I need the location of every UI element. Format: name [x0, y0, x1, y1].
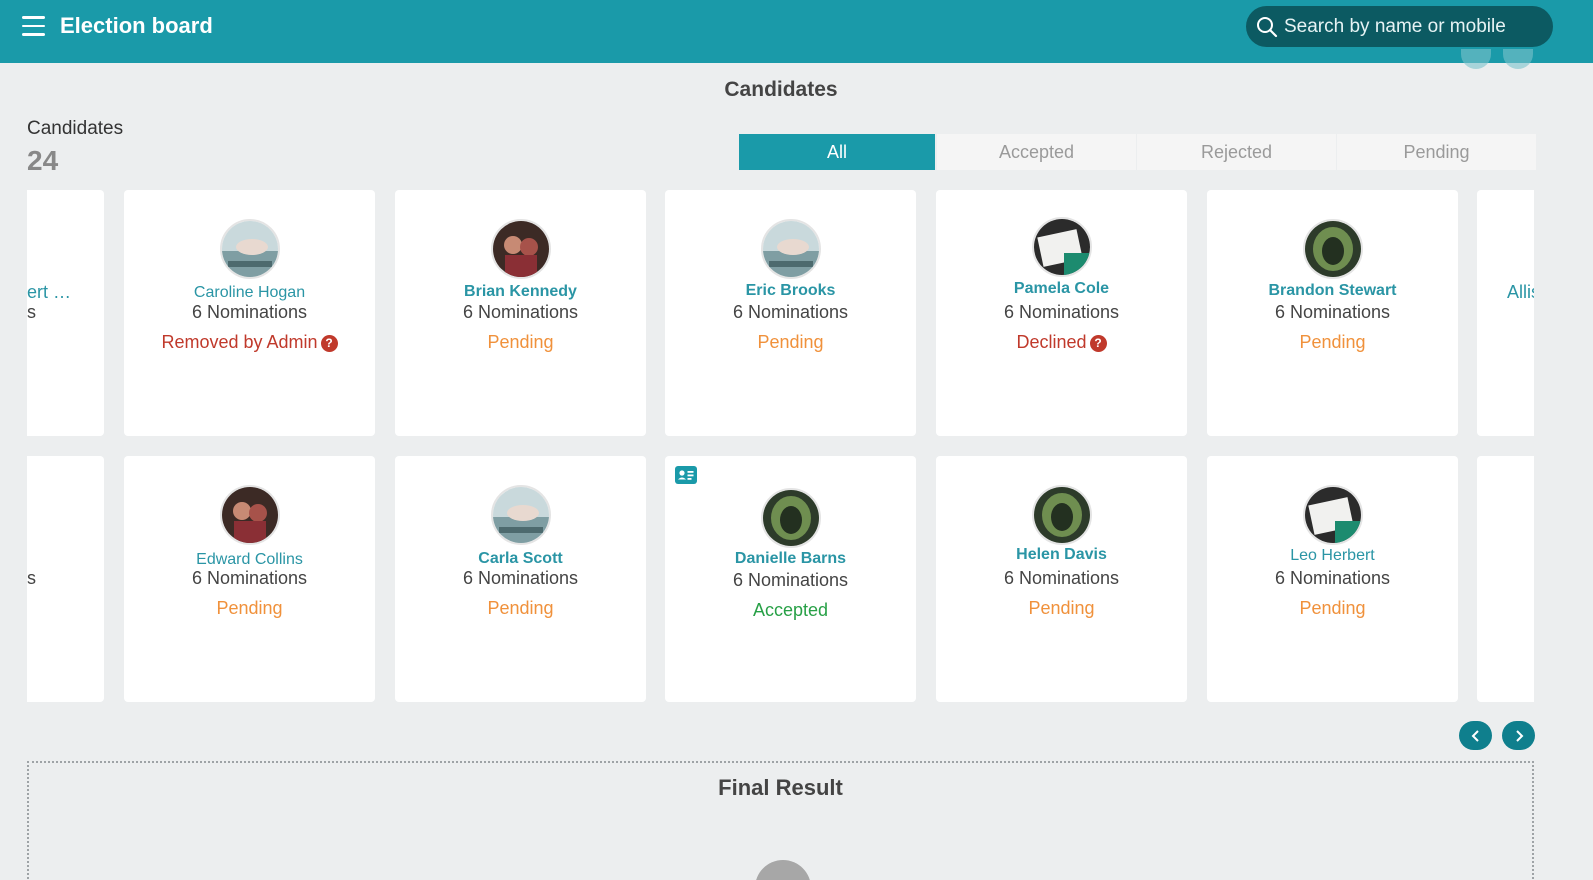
id-card-icon[interactable]	[675, 466, 697, 484]
candidate-card[interactable]: Eric Brooks 6 Nominations Pending	[665, 190, 916, 436]
search-box[interactable]	[1246, 6, 1553, 47]
candidate-nominations: 6 Nominations	[732, 302, 849, 322]
candidate-status: Pending	[757, 332, 824, 352]
candidate-card[interactable]	[1477, 456, 1534, 702]
candidate-status: Pending	[487, 598, 554, 618]
candidate-status: Pending	[1299, 332, 1366, 352]
candidate-name: Allis	[1507, 282, 1534, 302]
carousel-prev-button[interactable]	[1459, 721, 1492, 750]
candidate-card[interactable]: ert … s	[27, 190, 104, 436]
candidate-status: Pending	[487, 332, 554, 352]
candidate-nominations: 6 Nominations	[1274, 302, 1391, 322]
candidate-card[interactable]: Caroline Hogan 6 Nominations Removed by …	[124, 190, 375, 436]
candidate-nominations: 6 Nominations	[462, 568, 579, 588]
candidate-name[interactable]: Carla Scott	[395, 550, 646, 568]
candidate-nominations: 6 Nominations	[732, 570, 849, 590]
scroll-indicator	[1461, 49, 1491, 69]
question-circle-icon[interactable]: ?	[320, 335, 338, 352]
candidate-avatar	[1303, 219, 1363, 279]
candidate-avatar	[491, 219, 551, 279]
app-title: Election board	[60, 13, 213, 38]
candidate-card[interactable]: Leo Herbert 6 Nominations Pending	[1207, 456, 1458, 702]
candidate-nominations: s	[27, 568, 36, 588]
candidate-name[interactable]: Brian Kennedy	[395, 283, 646, 301]
candidate-card[interactable]: Allis	[1477, 190, 1534, 436]
candidate-name[interactable]: Eric Brooks	[665, 282, 916, 300]
candidate-nominations: 6 Nominations	[1003, 568, 1120, 588]
search-input[interactable]	[1284, 15, 1544, 38]
candidate-name[interactable]: Brandon Stewart	[1207, 282, 1458, 300]
candidate-avatar	[491, 485, 551, 545]
candidate-card[interactable]: Brandon Stewart 6 Nominations Pending	[1207, 190, 1458, 436]
candidates-carousel: ert … s Caroline Hogan 6 Nominations Rem…	[27, 190, 1534, 705]
candidate-status: Pending	[1299, 598, 1366, 618]
question-circle-icon[interactable]: ?	[1089, 335, 1107, 352]
winner-avatar	[755, 860, 811, 880]
tab-accepted[interactable]: Accepted	[937, 134, 1136, 170]
hamburger-icon[interactable]	[22, 16, 45, 36]
candidate-avatar	[761, 488, 821, 548]
candidate-name[interactable]: Helen Davis	[936, 546, 1187, 564]
candidate-card[interactable]: Danielle Barns 6 Nominations Accepted	[665, 456, 916, 702]
candidates-count: 24	[27, 145, 59, 176]
candidate-status: Accepted	[752, 600, 829, 620]
tab-pending[interactable]: Pending	[1337, 134, 1536, 170]
tab-rejected[interactable]: Rejected	[1137, 134, 1336, 170]
candidate-nominations: 6 Nominations	[191, 302, 308, 322]
candidate-nominations: 6 Nominations	[191, 568, 308, 588]
candidate-name[interactable]: Pamela Cole	[936, 280, 1187, 298]
candidate-nominations: 6 Nominations	[1274, 568, 1391, 588]
search-icon	[1257, 16, 1278, 37]
candidate-name[interactable]: Leo Herbert	[1207, 547, 1458, 565]
candidate-status: Pending	[216, 598, 283, 618]
final-result-section: Final Result	[27, 761, 1534, 880]
candidate-name[interactable]: Edward Collins	[124, 551, 375, 569]
status-filter-tabs: All Accepted Rejected Pending	[739, 134, 1537, 170]
candidate-name: ert …	[27, 282, 72, 302]
candidate-avatar	[761, 219, 821, 279]
candidate-avatar	[1032, 217, 1092, 277]
candidate-nominations: 6 Nominations	[1003, 302, 1120, 322]
candidate-avatar	[220, 485, 280, 545]
candidate-avatar	[1032, 485, 1092, 545]
candidate-card[interactable]: Pamela Cole 6 Nominations Declined?	[936, 190, 1187, 436]
top-bar: Election board	[0, 0, 1593, 63]
page-title: Candidates	[724, 78, 838, 101]
candidate-card[interactable]: Helen Davis 6 Nominations Pending	[936, 456, 1187, 702]
candidate-status-text: Removed by Admin	[161, 332, 318, 352]
candidates-count-label: Candidates	[27, 118, 124, 139]
final-result-title: Final Result	[718, 775, 843, 800]
candidate-nominations: s	[27, 302, 36, 322]
candidate-card[interactable]: Brian Kennedy 6 Nominations Pending	[395, 190, 646, 436]
candidate-nominations: 6 Nominations	[462, 302, 579, 322]
candidate-name[interactable]: Caroline Hogan	[124, 284, 375, 302]
candidate-card[interactable]: s	[27, 456, 104, 702]
candidate-status: Declined?	[936, 332, 1187, 353]
candidate-card[interactable]: Carla Scott 6 Nominations Pending	[395, 456, 646, 702]
chevron-right-icon	[1515, 729, 1523, 742]
carousel-next-button[interactable]	[1502, 721, 1535, 750]
candidate-name[interactable]: Danielle Barns	[665, 550, 916, 568]
candidate-avatar	[1303, 485, 1363, 545]
candidate-status-text: Declined	[1016, 332, 1087, 352]
scroll-indicator	[1503, 49, 1533, 69]
candidate-status: Pending	[1028, 598, 1095, 618]
candidate-avatar	[220, 219, 280, 279]
candidate-card[interactable]: Edward Collins 6 Nominations Pending	[124, 456, 375, 702]
tab-all[interactable]: All	[739, 134, 935, 170]
candidate-status: Removed by Admin?	[124, 332, 375, 353]
chevron-left-icon	[1471, 729, 1479, 742]
